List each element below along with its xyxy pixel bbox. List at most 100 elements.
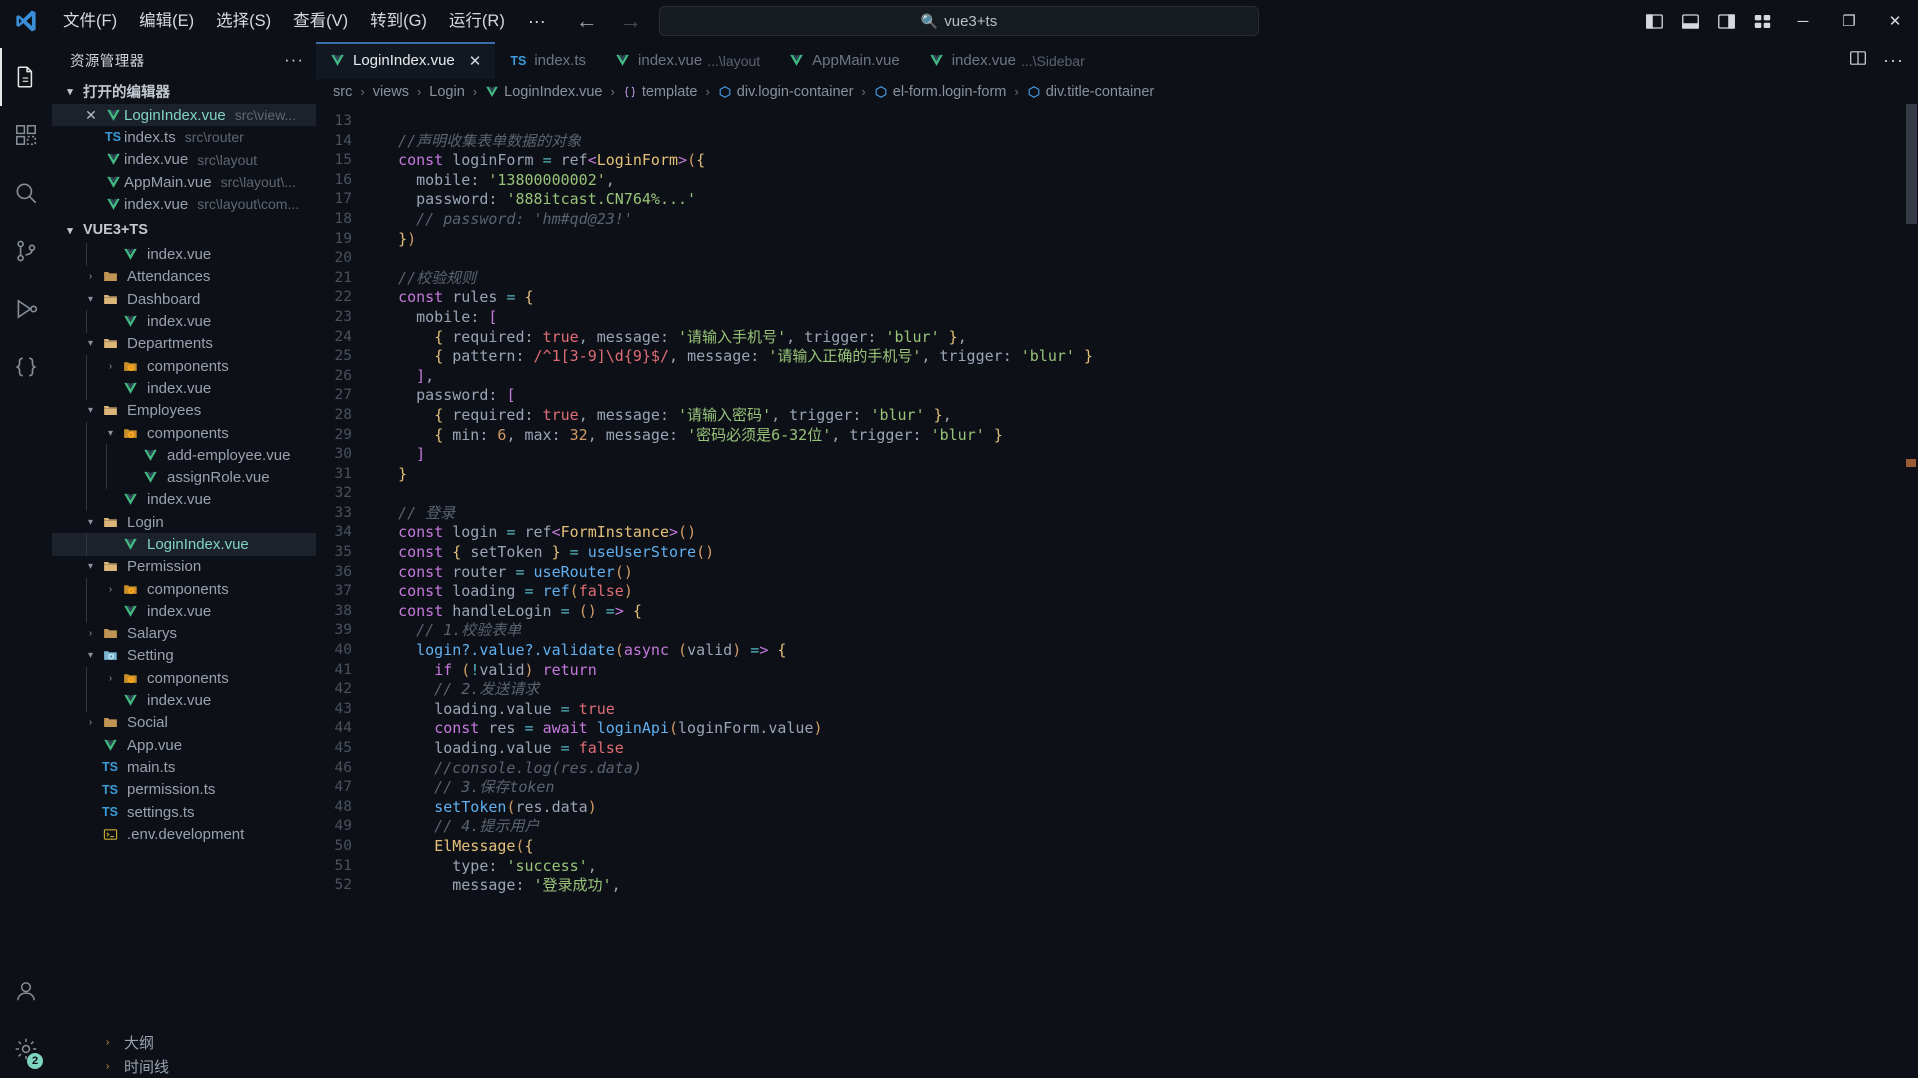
command-center[interactable]: 🔍 vue3+ts: [659, 6, 1259, 36]
chevron-down-icon[interactable]: ▾: [82, 405, 99, 416]
activitybar-item-json-outline[interactable]: [0, 338, 52, 396]
scrollbar-thumb[interactable]: [1906, 104, 1917, 224]
code-line[interactable]: message: '登录成功',: [380, 876, 1918, 896]
chevron-down-icon[interactable]: ▾: [102, 428, 119, 439]
close-tab-icon[interactable]: ✕: [469, 52, 482, 70]
menu-view[interactable]: 查看(V): [282, 0, 359, 42]
menu-file[interactable]: 文件(F): [52, 0, 128, 42]
chevron-right-icon[interactable]: ›: [102, 584, 119, 595]
code-line[interactable]: [380, 484, 1918, 504]
chevron-down-icon[interactable]: ▾: [82, 294, 99, 305]
code-line[interactable]: // password: 'hm#qd@23!': [380, 210, 1918, 230]
tree-folder-item[interactable]: › components: [52, 667, 316, 690]
menu-go[interactable]: 转到(G): [359, 0, 438, 42]
activitybar-item-accounts[interactable]: [0, 962, 52, 1020]
open-editor-item[interactable]: index.vue src\layout\com...: [52, 193, 316, 215]
code-line[interactable]: ElMessage({: [380, 837, 1918, 857]
code-line[interactable]: { pattern: /^1[3-9]\d{9}$/, message: '请输…: [380, 347, 1918, 367]
activitybar-item-explorer[interactable]: [0, 48, 52, 106]
tree-folder-item[interactable]: ▾ Setting: [52, 645, 316, 667]
code-line[interactable]: // 1.校验表单: [380, 621, 1918, 641]
code-line[interactable]: setToken(res.data): [380, 798, 1918, 818]
activitybar-item-search[interactable]: [0, 164, 52, 222]
code-line[interactable]: loading.value = true: [380, 700, 1918, 720]
tree-folder-item[interactable]: ▾ Login: [52, 511, 316, 533]
breadcrumb-item[interactable]: template: [622, 84, 699, 100]
toggle-primary-sidebar-icon[interactable]: [1636, 0, 1672, 42]
tree-folder-item[interactable]: ▾ Departments: [52, 333, 316, 355]
project-section-header[interactable]: ▾ VUE3+TS: [52, 217, 316, 243]
editor-more-actions-button[interactable]: ···: [1883, 50, 1904, 71]
code-line[interactable]: [380, 249, 1918, 269]
code-line[interactable]: ],: [380, 367, 1918, 387]
code-line[interactable]: { required: true, message: '请输入手机号', tri…: [380, 328, 1918, 348]
tree-folder-item[interactable]: › components: [52, 577, 316, 601]
code-line[interactable]: //console.log(res.data): [380, 759, 1918, 779]
arrow-left-icon[interactable]: ←: [576, 8, 598, 34]
breadcrumb-item[interactable]: div.login-container: [717, 84, 855, 100]
tree-file-item[interactable]: index.vue: [52, 243, 316, 266]
window-minimize-button[interactable]: ─: [1780, 0, 1826, 42]
chevron-right-icon[interactable]: ›: [102, 673, 119, 684]
explorer-more-actions-button[interactable]: ···: [284, 50, 304, 70]
tree-file-item[interactable]: index.vue: [52, 600, 316, 623]
tree-file-item[interactable]: index.vue: [52, 377, 316, 400]
tree-folder-item[interactable]: ▾ components: [52, 421, 316, 445]
open-editor-item[interactable]: index.vue src\layout: [52, 149, 316, 171]
code-line[interactable]: //声明收集表单数据的对象: [380, 132, 1918, 152]
editor-tab[interactable]: index.vue ...\layout: [601, 42, 776, 79]
window-maximize-button[interactable]: ❐: [1826, 0, 1872, 42]
code-line[interactable]: const { setToken } = useUserStore(): [380, 543, 1918, 563]
breadcrumb-item[interactable]: el-form.login-form: [873, 84, 1008, 100]
code-line[interactable]: type: 'success',: [380, 857, 1918, 877]
code-line[interactable]: // 2.发送请求: [380, 680, 1918, 700]
customize-layout-icon[interactable]: [1744, 0, 1780, 42]
tree-file-item[interactable]: index.vue: [52, 488, 316, 512]
breadcrumb-item[interactable]: Login: [428, 84, 465, 100]
open-editor-item[interactable]: ✕ LoginIndex.vue src\view...: [52, 104, 316, 127]
code-line[interactable]: loading.value = false: [380, 739, 1918, 759]
tree-folder-item[interactable]: › Salarys: [52, 623, 316, 645]
code-line[interactable]: const router = useRouter(): [380, 563, 1918, 583]
sidebar-section-outline[interactable]: › 大纲: [52, 1030, 316, 1054]
tree-file-item[interactable]: .env.development: [52, 823, 316, 845]
tree-file-item[interactable]: TS settings.ts: [52, 801, 316, 823]
code-line[interactable]: }: [380, 465, 1918, 485]
breadcrumb-item[interactable]: LoginIndex.vue: [484, 84, 603, 100]
breadcrumb-item[interactable]: div.title-container: [1026, 84, 1156, 100]
code-line[interactable]: const loginForm = ref<LoginForm>({: [380, 151, 1918, 171]
chevron-down-icon[interactable]: ▾: [82, 517, 99, 528]
code-line[interactable]: }): [380, 230, 1918, 250]
toggle-panel-icon[interactable]: [1672, 0, 1708, 42]
activitybar-item-settings[interactable]: 2: [0, 1020, 52, 1078]
toggle-secondary-sidebar-icon[interactable]: [1708, 0, 1744, 42]
breadcrumb-item[interactable]: src: [332, 84, 353, 100]
code-line[interactable]: password: [: [380, 386, 1918, 406]
activitybar-item-run-and-debug[interactable]: [0, 280, 52, 338]
chevron-down-icon[interactable]: ▾: [82, 561, 99, 572]
tree-file-item[interactable]: LoginIndex.vue: [52, 533, 316, 556]
code-line[interactable]: // 登录: [380, 504, 1918, 524]
tree-folder-item[interactable]: › Attendances: [52, 266, 316, 288]
chevron-right-icon[interactable]: ›: [102, 361, 119, 372]
menu-bar[interactable]: 文件(F) 编辑(E) 选择(S) 查看(V) 转到(G) 运行(R) ···: [52, 0, 558, 42]
tree-file-item[interactable]: index.vue: [52, 689, 316, 712]
tree-file-item[interactable]: App.vue: [52, 734, 316, 756]
code-line[interactable]: { required: true, message: '请输入密码', trig…: [380, 406, 1918, 426]
menu-overflow-button[interactable]: ···: [516, 3, 558, 39]
arrow-right-icon[interactable]: →: [620, 8, 642, 34]
chevron-right-icon[interactable]: ›: [82, 628, 99, 639]
tree-file-item[interactable]: index.vue: [52, 310, 316, 333]
code-line[interactable]: mobile: '13800000002',: [380, 171, 1918, 191]
tree-file-item[interactable]: TS permission.ts: [52, 779, 316, 801]
code-line[interactable]: const handleLogin = () => {: [380, 602, 1918, 622]
code-line[interactable]: mobile: [: [380, 308, 1918, 328]
code-line[interactable]: if (!valid) return: [380, 661, 1918, 681]
split-editor-icon[interactable]: [1849, 49, 1867, 72]
editor-tab[interactable]: index.vue ...\Sidebar: [914, 42, 1100, 79]
code-editor[interactable]: 13 14 15 16 17 18 19 20 21 22 23 24 25 26 27 28 29 30 31 32…: [316, 104, 1918, 1078]
open-editors-section-header[interactable]: ▾ 打开的编辑器: [52, 78, 316, 104]
menu-edit[interactable]: 编辑(E): [128, 0, 205, 42]
code-line[interactable]: password: '888itcast.CN764%...': [380, 190, 1918, 210]
editor-tab[interactable]: AppMain.vue: [775, 42, 915, 79]
